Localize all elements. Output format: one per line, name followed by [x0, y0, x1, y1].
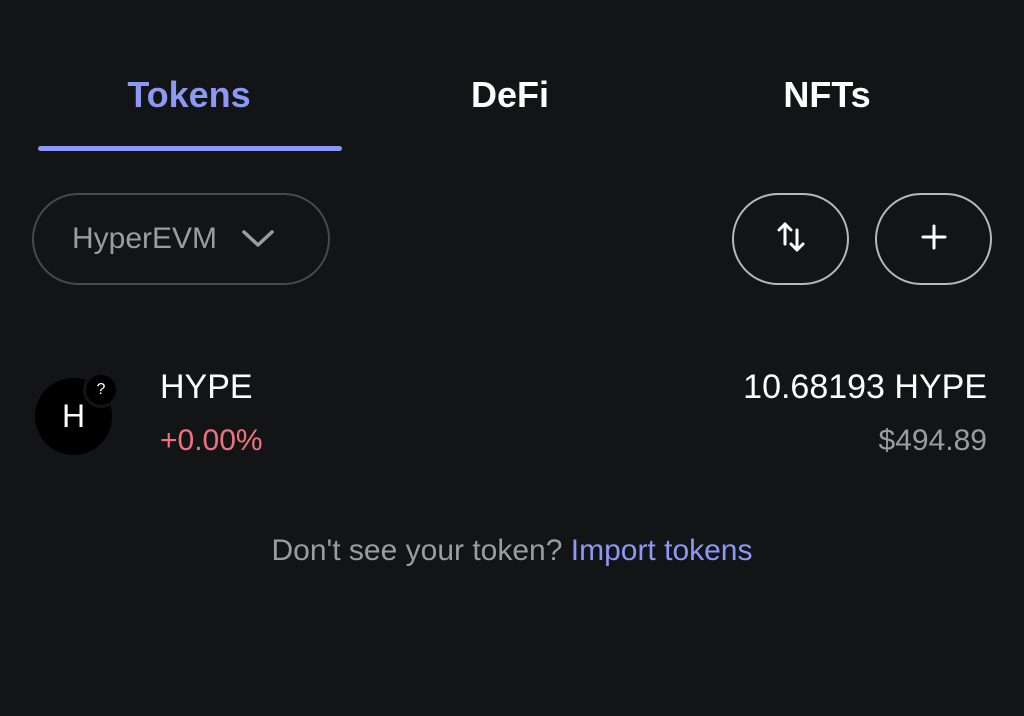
- sort-arrows-icon: [776, 220, 806, 259]
- plus-icon: [921, 224, 947, 255]
- active-tab-indicator: [38, 146, 342, 151]
- chevron-down-icon: [241, 229, 275, 249]
- tab-nfts[interactable]: NFTs: [673, 72, 981, 118]
- add-token-button[interactable]: [875, 193, 992, 285]
- token-list-item[interactable]: H ? HYPE +0.00% 10.68193 HYPE $494.89: [0, 360, 1024, 470]
- token-avatar-letter: H: [61, 398, 86, 434]
- tab-tokens[interactable]: Tokens: [37, 72, 341, 118]
- token-balance: 10.68193 HYPE: [743, 368, 987, 406]
- token-fiat-value: $494.89: [878, 424, 987, 457]
- tab-bar: Tokens DeFi NFTs: [37, 0, 987, 152]
- import-question: Don't see your token?: [271, 534, 563, 567]
- token-symbol: HYPE: [160, 368, 253, 406]
- tokens-screen: Tokens DeFi NFTs HyperEVM H ? HYPE +0.00…: [0, 0, 1024, 716]
- tab-defi[interactable]: DeFi: [355, 72, 665, 118]
- import-tokens-prompt: Don't see your token? Import tokens: [0, 534, 1024, 568]
- import-tokens-link[interactable]: Import tokens: [571, 534, 753, 567]
- sort-button[interactable]: [732, 193, 849, 285]
- network-filter-label: HyperEVM: [72, 222, 218, 255]
- network-badge: ?: [83, 372, 119, 408]
- token-price-change: +0.00%: [160, 424, 263, 457]
- network-filter-button[interactable]: HyperEVM: [32, 193, 330, 285]
